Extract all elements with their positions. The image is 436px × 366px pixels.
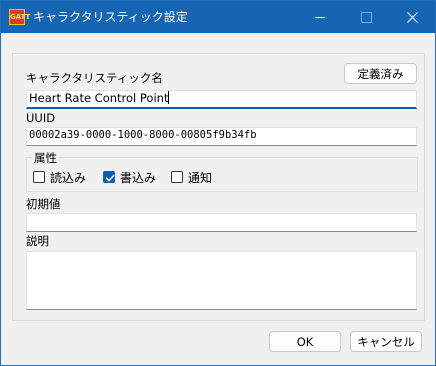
minimize-button[interactable] bbox=[297, 1, 343, 33]
maximize-icon bbox=[360, 11, 372, 23]
uuid-input[interactable]: 00002a39-0000-1000-8000-00805f9b34fb bbox=[26, 127, 417, 146]
uuid-value: 00002a39-0000-1000-8000-00805f9b34fb bbox=[29, 129, 257, 141]
write-checkbox-box[interactable] bbox=[103, 171, 115, 183]
minimize-icon bbox=[315, 16, 325, 18]
read-checkbox-box[interactable] bbox=[33, 171, 45, 183]
title-bar[interactable]: GATT キャラクタリスティック設定 bbox=[1, 1, 435, 33]
checkmark-icon bbox=[105, 174, 115, 182]
maximize-button[interactable] bbox=[343, 1, 389, 33]
notify-checkbox[interactable]: 通知 bbox=[171, 170, 213, 185]
uuid-label: UUID bbox=[26, 111, 56, 125]
ok-button[interactable]: OK bbox=[269, 331, 341, 352]
notify-checkbox-box[interactable] bbox=[171, 171, 183, 183]
attributes-label: 属性 bbox=[32, 151, 59, 165]
read-checkbox-label: 読込み bbox=[50, 170, 87, 185]
read-checkbox[interactable]: 読込み bbox=[33, 170, 87, 185]
app-icon: GATT bbox=[9, 9, 30, 25]
text-caret bbox=[168, 91, 170, 104]
characteristic-name-input[interactable]: Heart Rate Control Point bbox=[26, 90, 417, 109]
initial-value-label: 初期値 bbox=[26, 197, 61, 211]
write-checkbox-label: 書込み bbox=[120, 170, 157, 185]
notify-checkbox-label: 通知 bbox=[188, 170, 213, 185]
initial-value-input[interactable] bbox=[26, 213, 417, 232]
description-label: 説明 bbox=[26, 234, 49, 248]
close-button[interactable] bbox=[389, 1, 435, 33]
characteristic-name-value: Heart Rate Control Point bbox=[29, 91, 169, 105]
description-textarea[interactable] bbox=[26, 251, 417, 310]
close-icon bbox=[406, 11, 418, 23]
cancel-button[interactable]: キャンセル bbox=[350, 331, 422, 352]
characteristic-name-label: キャラクタリスティック名 bbox=[26, 71, 163, 85]
characteristic-settings-dialog: GATT キャラクタリスティック設定 キャラクタリスティック名 定義済み Hea… bbox=[0, 0, 436, 366]
write-checkbox[interactable]: 書込み bbox=[103, 170, 157, 185]
window-title: キャラクタリスティック設定 bbox=[33, 10, 188, 24]
defined-button[interactable]: 定義済み bbox=[344, 63, 417, 84]
